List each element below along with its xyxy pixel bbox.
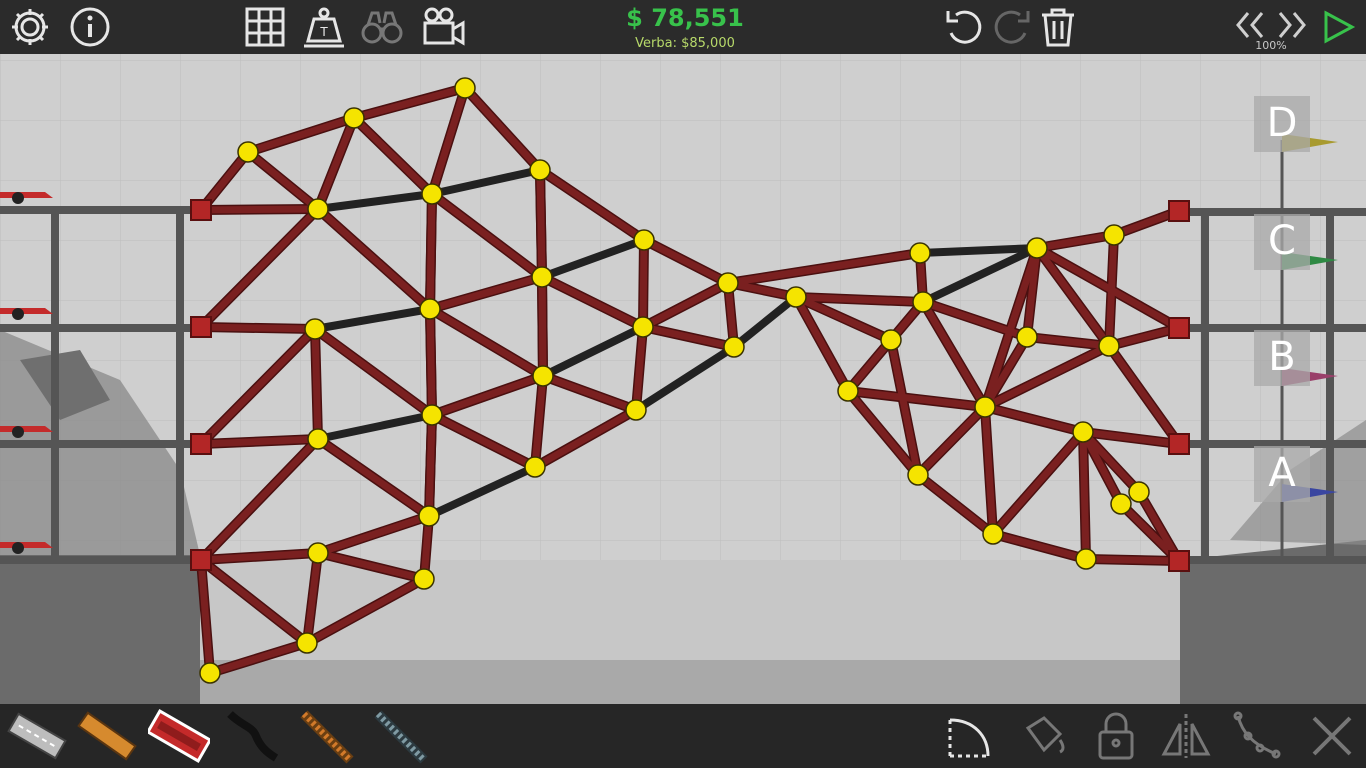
- weight-icon[interactable]: T: [302, 5, 346, 49]
- road-beam[interactable]: [538, 273, 547, 380]
- trash-icon[interactable]: [1036, 5, 1080, 49]
- joint[interactable]: [307, 428, 329, 450]
- joint[interactable]: [1016, 326, 1038, 348]
- anchor-joint[interactable]: [1168, 550, 1190, 572]
- material-steel-selected[interactable]: [145, 706, 213, 766]
- road-beam[interactable]: [1082, 555, 1183, 565]
- road-beam[interactable]: [197, 205, 322, 214]
- joint[interactable]: [974, 396, 996, 418]
- video-camera-icon[interactable]: [422, 5, 466, 49]
- anchor-joint[interactable]: [190, 433, 212, 455]
- budget-display: Verba: $85,000: [635, 36, 735, 51]
- money-display: $ 78,551: [626, 4, 744, 32]
- joint[interactable]: [343, 107, 365, 129]
- joint[interactable]: [1128, 481, 1150, 503]
- checkpoint-label: D: [1266, 100, 1298, 146]
- material-road[interactable]: [6, 706, 68, 766]
- joint[interactable]: [632, 316, 654, 338]
- road-beam[interactable]: [426, 305, 436, 419]
- joint[interactable]: [532, 365, 554, 387]
- road-beam[interactable]: [536, 166, 546, 281]
- checkpoint-label: B: [1268, 334, 1296, 380]
- anchor-joint[interactable]: [1168, 433, 1190, 455]
- gear-icon[interactable]: [8, 5, 52, 49]
- anchor-joint[interactable]: [190, 549, 212, 571]
- joint[interactable]: [880, 329, 902, 351]
- joint[interactable]: [529, 159, 551, 181]
- joint[interactable]: [1026, 237, 1048, 259]
- joint[interactable]: [1075, 548, 1097, 570]
- paint-icon[interactable]: [1018, 710, 1070, 762]
- joint[interactable]: [717, 272, 739, 294]
- joint[interactable]: [909, 242, 931, 264]
- play-icon[interactable]: [1318, 5, 1358, 49]
- joint[interactable]: [912, 291, 934, 313]
- material-rope[interactable]: [222, 706, 284, 766]
- joint[interactable]: [531, 266, 553, 288]
- grid-icon[interactable]: [243, 5, 287, 49]
- info-icon[interactable]: [68, 5, 112, 49]
- joint[interactable]: [625, 399, 647, 421]
- speed-label: 100%: [1255, 39, 1287, 52]
- joint[interactable]: [237, 141, 259, 163]
- joint[interactable]: [837, 380, 859, 402]
- joint[interactable]: [1110, 493, 1132, 515]
- anchor-joint[interactable]: [1168, 317, 1190, 339]
- svg-text:T: T: [319, 25, 328, 39]
- joint[interactable]: [524, 456, 546, 478]
- joint[interactable]: [1072, 421, 1094, 443]
- material-cable[interactable]: [370, 706, 432, 766]
- anchor-joint[interactable]: [190, 316, 212, 338]
- material-reinforced-road[interactable]: [296, 706, 358, 766]
- joint[interactable]: [454, 77, 476, 99]
- anchor-joint[interactable]: [1168, 200, 1190, 222]
- joint[interactable]: [304, 318, 326, 340]
- top-toolbar: T $ 78,551 Verba: $85,000 100%: [0, 0, 1366, 54]
- joint[interactable]: [307, 542, 329, 564]
- joint[interactable]: [296, 632, 318, 654]
- split-icon[interactable]: [1230, 710, 1282, 762]
- bridge-build-area[interactable]: D C B A: [0, 54, 1366, 704]
- checkpoint-A[interactable]: A: [1254, 446, 1310, 502]
- joint[interactable]: [421, 183, 443, 205]
- road-beam[interactable]: [426, 190, 436, 313]
- joint[interactable]: [1103, 224, 1125, 246]
- joint[interactable]: [633, 229, 655, 251]
- checkpoint-C[interactable]: C: [1254, 214, 1310, 270]
- anchor-joint[interactable]: [190, 199, 212, 221]
- checkpoint-D[interactable]: D: [1254, 96, 1310, 152]
- road-beam[interactable]: [311, 325, 322, 443]
- joint[interactable]: [307, 198, 329, 220]
- checkpoint-label: A: [1268, 450, 1296, 496]
- road-beam[interactable]: [197, 435, 322, 448]
- undo-icon[interactable]: [942, 5, 986, 49]
- redo-icon[interactable]: [990, 5, 1034, 49]
- checkpoint-B[interactable]: B: [1254, 330, 1310, 386]
- material-wood[interactable]: [76, 706, 138, 766]
- road-beam[interactable]: [639, 236, 648, 331]
- joint[interactable]: [982, 523, 1004, 545]
- road-beam[interactable]: [425, 411, 436, 520]
- joint[interactable]: [421, 404, 443, 426]
- checkpoint-label: C: [1268, 218, 1296, 264]
- joint[interactable]: [413, 568, 435, 590]
- delete-icon[interactable]: [1306, 710, 1358, 762]
- joint[interactable]: [1098, 335, 1120, 357]
- arc-icon[interactable]: [944, 710, 996, 762]
- joint[interactable]: [785, 286, 807, 308]
- road-beam[interactable]: [792, 293, 927, 306]
- lock-icon[interactable]: [1090, 710, 1142, 762]
- road-beam[interactable]: [197, 323, 319, 333]
- binoculars-icon[interactable]: [360, 5, 404, 49]
- mirror-icon[interactable]: [1160, 710, 1212, 762]
- road-beam[interactable]: [1079, 428, 1090, 563]
- joint[interactable]: [723, 336, 745, 358]
- joint[interactable]: [418, 505, 440, 527]
- joint[interactable]: [419, 298, 441, 320]
- joint[interactable]: [199, 662, 221, 684]
- joint[interactable]: [907, 464, 929, 486]
